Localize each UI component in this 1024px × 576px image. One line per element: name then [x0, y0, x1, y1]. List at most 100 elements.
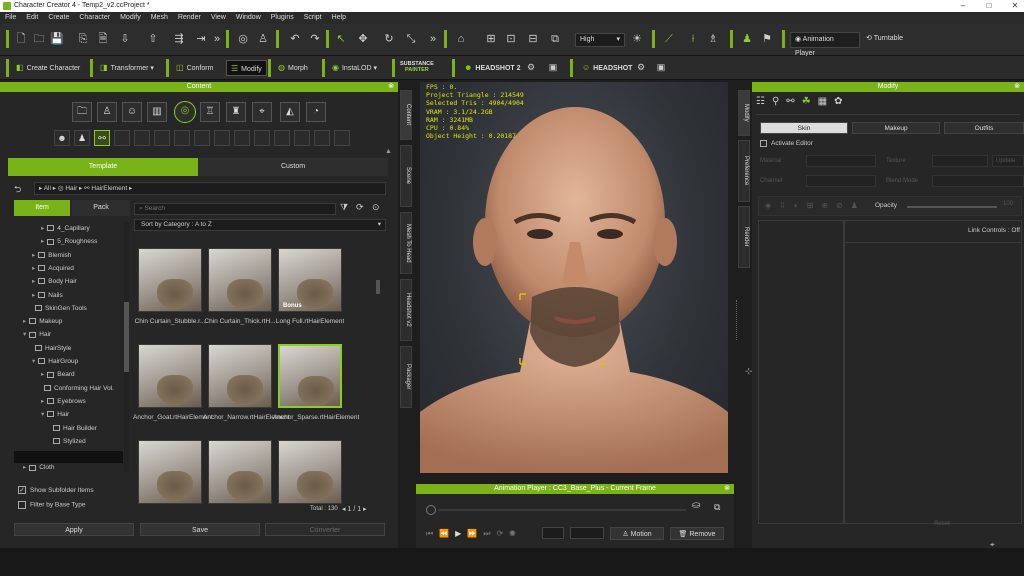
- breadcrumb-hair[interactable]: Hair: [65, 185, 77, 192]
- hair-element-thumbnail[interactable]: Bonus: [278, 248, 342, 312]
- menu-create[interactable]: Create: [43, 12, 74, 24]
- tree-item[interactable]: ▸ Acquired: [32, 263, 74, 275]
- expand-arrow-icon[interactable]: ▸: [41, 225, 44, 232]
- side-tab-headshot-v2[interactable]: Headshot v2: [400, 279, 412, 341]
- grid-scrollbar-thumb[interactable]: [376, 280, 380, 294]
- tab-template[interactable]: Template: [8, 158, 198, 176]
- panel-close-icon[interactable]: ⊗: [724, 484, 730, 494]
- menu-edit[interactable]: Edit: [21, 12, 43, 24]
- tree-item[interactable]: Hair Builder: [50, 423, 97, 435]
- export-obj-icon[interactable]: ⇧: [146, 32, 160, 46]
- new-file-icon[interactable]: 🗋: [14, 32, 28, 46]
- menu-view[interactable]: View: [206, 12, 231, 24]
- sub-body-icon[interactable]: ♟: [74, 130, 90, 146]
- menu-modify[interactable]: Modify: [115, 12, 146, 24]
- breadcrumb-all[interactable]: All: [44, 185, 51, 192]
- hair-element-thumbnail[interactable]: [208, 440, 272, 504]
- tree-item[interactable]: HairStyle: [32, 343, 71, 355]
- sub-empty-slot[interactable]: [334, 130, 350, 146]
- category-pose-icon[interactable]: ♜: [226, 102, 246, 122]
- sub-hair-icon[interactable]: ⚯: [94, 130, 110, 146]
- converter-button[interactable]: Converter: [265, 523, 385, 536]
- timeline-scrubber[interactable]: [426, 505, 436, 515]
- tab-item[interactable]: Item: [14, 200, 70, 216]
- opacity-slider[interactable]: [907, 206, 997, 208]
- show-subfolder-checkbox[interactable]: ✓ Show Subfolder Items: [18, 486, 94, 494]
- filter-icon[interactable]: ⧩: [340, 202, 348, 213]
- reset-button[interactable]: Reset: [902, 521, 982, 527]
- speed-select[interactable]: [570, 527, 604, 539]
- tree-scrollbar[interactable]: [124, 222, 129, 472]
- flag-icon[interactable]: ⚑: [760, 32, 774, 46]
- checker-icon[interactable]: ▦: [818, 96, 834, 107]
- expand-arrow-icon[interactable]: ▸: [32, 292, 35, 299]
- tree-item[interactable]: ▸ Makeup: [23, 316, 62, 328]
- tree-item[interactable]: ▸ Cloth: [23, 462, 54, 474]
- expand-arrow-icon[interactable]: ▸: [23, 464, 26, 471]
- next-icon[interactable]: ⏩: [467, 529, 483, 538]
- start-icon[interactable]: ⏮: [426, 529, 439, 538]
- category-shape-icon[interactable]: ◔: [306, 102, 326, 122]
- tree-item[interactable]: ▾ HairGroup: [32, 356, 78, 368]
- hair-element-thumbnail[interactable]: [278, 344, 342, 408]
- appearance-icon[interactable]: ☘: [802, 96, 818, 107]
- material-select[interactable]: [806, 155, 876, 167]
- close-icon[interactable]: ✕: [1010, 1, 1020, 11]
- side-tab-scene[interactable]: Scene: [400, 145, 412, 207]
- opacity-value[interactable]: 100: [1003, 201, 1013, 207]
- loop-icon[interactable]: ⟳: [497, 529, 510, 538]
- scale-icon[interactable]: ⤡: [404, 32, 418, 46]
- ik-icon[interactable]: ⟊: [686, 32, 700, 46]
- tab-custom[interactable]: Custom: [198, 158, 388, 176]
- expand-arrow-icon[interactable]: ▾: [32, 358, 35, 365]
- breadcrumb-hairelement[interactable]: HairElement: [91, 185, 127, 192]
- menu-render[interactable]: Render: [173, 12, 206, 24]
- select-icon[interactable]: ↖: [334, 32, 348, 46]
- hair-element-thumbnail[interactable]: [138, 248, 202, 312]
- send-icon[interactable]: ⇶: [172, 32, 186, 46]
- bone-icon[interactable]: ⟋: [662, 32, 676, 46]
- create-character-button[interactable]: ◧ Create Character: [12, 60, 84, 76]
- undo-icon[interactable]: ↶: [288, 32, 302, 46]
- expand-arrow-icon[interactable]: ▾: [41, 411, 44, 418]
- texture-select[interactable]: [932, 155, 988, 167]
- open-folder-icon[interactable]: 🗀: [32, 32, 46, 46]
- layers-icon[interactable]: ⧉: [548, 32, 562, 46]
- tree-item[interactable]: ▾ Hair: [41, 409, 69, 421]
- home-camera-icon[interactable]: ⌂: [454, 32, 468, 46]
- 3d-viewport[interactable]: FPS : 0. Project Triangle : 214549 Selec…: [420, 82, 728, 473]
- import-icon[interactable]: ⎘: [76, 32, 90, 46]
- minimize-icon[interactable]: –: [958, 1, 968, 11]
- expand-arrow-icon[interactable]: ▸: [41, 238, 44, 245]
- activate-editor-checkbox[interactable]: Activate Editor: [760, 140, 813, 147]
- headshot-render-icon[interactable]: ▣: [654, 60, 668, 74]
- side-tab-content[interactable]: Content: [400, 90, 412, 140]
- menu-script[interactable]: Script: [299, 12, 327, 24]
- camera-icon[interactable]: ⧉: [714, 502, 720, 513]
- blend-mode-select[interactable]: [932, 175, 1024, 187]
- menu-help[interactable]: Help: [327, 12, 351, 24]
- tree-item[interactable]: ▸ 5_Roughness: [41, 236, 97, 248]
- animation-player-button[interactable]: ◉ Animation Player: [790, 32, 860, 57]
- pick-icon[interactable]: ◎: [236, 32, 250, 46]
- menu-plugins[interactable]: Plugins: [266, 12, 299, 24]
- channel-select[interactable]: [806, 175, 876, 187]
- tree-item[interactable]: ▸ Beard: [41, 369, 75, 381]
- collapse-icon[interactable]: ▲: [385, 148, 392, 155]
- category-folder-icon[interactable]: 🗀: [72, 102, 92, 122]
- tree-item[interactable]: SkinGen Tools: [32, 303, 87, 315]
- tree-item[interactable]: ▸ Nails: [32, 290, 63, 302]
- next-page-icon[interactable]: ▸: [361, 506, 367, 513]
- headshot2-button[interactable]: ☻ HEADSHOT 2: [460, 60, 525, 76]
- export-fbx-icon[interactable]: ⇩: [118, 32, 132, 46]
- search-input[interactable]: ⌕ Search: [134, 203, 336, 215]
- panel-close-icon[interactable]: ⊗: [388, 82, 394, 92]
- menu-character[interactable]: Character: [74, 12, 115, 24]
- tab-outfits[interactable]: Outfits: [944, 122, 1024, 134]
- hair-element-thumbnail[interactable]: [138, 440, 202, 504]
- category-character-icon[interactable]: ♙: [97, 102, 117, 122]
- move-icon[interactable]: ✥: [356, 32, 370, 46]
- sub-empty-slot[interactable]: [214, 130, 230, 146]
- headshot2-render-icon[interactable]: ▣: [546, 60, 560, 74]
- maximize-icon[interactable]: □: [984, 1, 994, 11]
